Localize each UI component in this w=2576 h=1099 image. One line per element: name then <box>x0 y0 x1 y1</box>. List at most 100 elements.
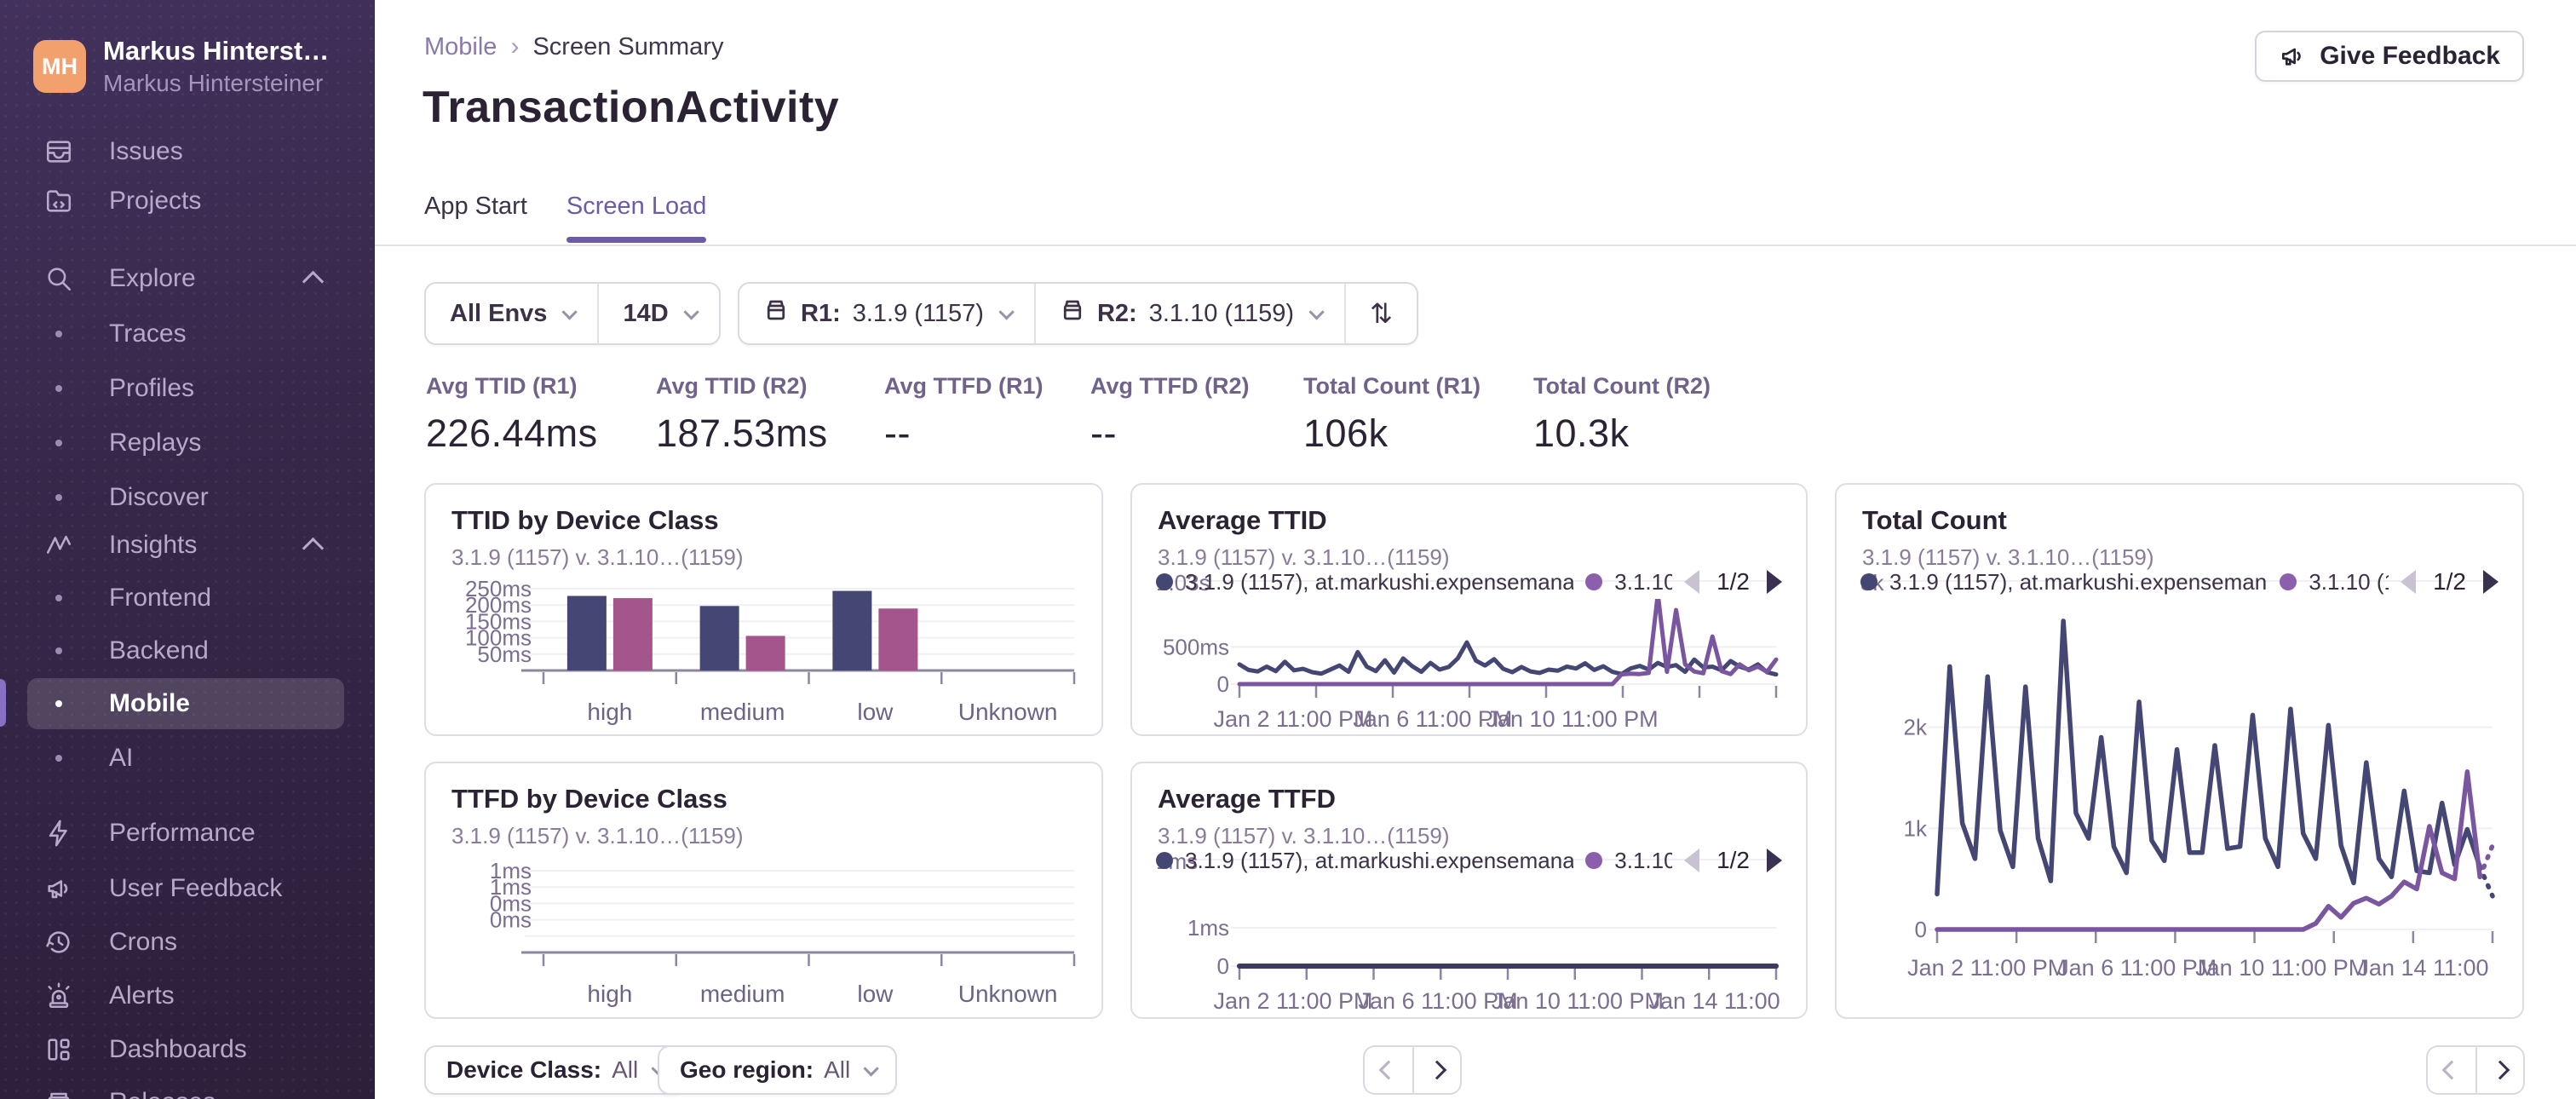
next-page-button[interactable] <box>1412 1045 1462 1095</box>
sidebar-item-profiles[interactable]: Profiles <box>27 363 344 414</box>
metric-value: 106k <box>1303 411 1389 455</box>
previous-page-icon[interactable] <box>1684 570 1700 594</box>
tables-pagination <box>1363 1045 1462 1095</box>
sidebar-item-issues[interactable]: Issues <box>27 126 344 177</box>
environment-select[interactable]: All Envs <box>426 284 597 343</box>
card-ttfd-by-device-class: TTFD by Device Class 3.1.9 (1157) v. 3.1… <box>424 762 1103 1019</box>
page-title: TransactionActivity <box>423 83 840 132</box>
bullet-icon <box>55 331 62 337</box>
svg-text:0: 0 <box>1217 671 1229 697</box>
legend-item-r1[interactable]: 3.1.9 (1157), at.markushi.expensemanage <box>1185 848 1573 874</box>
release-2-select[interactable]: R2: 3.1.10 (1159) <box>1033 284 1344 343</box>
env-date-filter-group: All Envs 14D <box>424 282 721 345</box>
next-page-button[interactable] <box>2475 1045 2525 1095</box>
legend-item-r2[interactable]: 3.1.10 (1 <box>2309 569 2389 596</box>
sidebar-item-mobile[interactable]: Mobile <box>27 678 344 729</box>
release-1-select[interactable]: R1: 3.1.9 (1157) <box>739 284 1034 343</box>
give-feedback-button[interactable]: Give Feedback <box>2255 31 2524 82</box>
user-name: Markus Hinterst… <box>103 36 330 66</box>
legend-dot-r1 <box>1860 573 1877 590</box>
chevron-left-icon <box>1378 1060 1399 1080</box>
dashboards-icon <box>44 1035 73 1064</box>
sidebar-group-explore[interactable]: Explore <box>27 253 344 304</box>
sidebar-item-alerts[interactable]: Alerts <box>27 970 344 1021</box>
metric-total-count-r2: Total Count (R2) 10.3k <box>1533 373 1711 456</box>
page-indicator: 1/2 <box>1716 568 1750 595</box>
geo-region-label: Geo region: <box>680 1056 814 1083</box>
org-user-switcher[interactable]: MH Markus Hinterst… Markus Hintersteiner <box>33 36 357 97</box>
sidebar-item-dashboards[interactable]: Dashboards <box>27 1024 344 1075</box>
next-page-icon[interactable] <box>1767 849 1782 872</box>
chevron-down-icon <box>863 1060 880 1077</box>
legend-item-r2[interactable]: 3.1.10 <box>1614 569 1672 596</box>
metric-label: Total Count (R2) <box>1533 373 1711 399</box>
previous-page-button[interactable] <box>2426 1045 2475 1095</box>
sidebar-item-replays[interactable]: Replays <box>27 417 344 469</box>
environment-value: All Envs <box>450 299 548 327</box>
svg-text:medium: medium <box>700 981 785 1007</box>
card-title: Average TTFD <box>1158 784 1337 814</box>
svg-text:Unknown: Unknown <box>958 699 1058 725</box>
bullet-icon <box>55 755 62 762</box>
bullet-icon <box>55 700 62 707</box>
svg-text:Jan 2 11:00 PM: Jan 2 11:00 PM <box>1213 706 1372 732</box>
legend-item-r1[interactable]: 3.1.9 (1157), at.markushi.expensemanage <box>1185 569 1573 596</box>
card-ttid-by-device-class: TTID by Device Class 3.1.9 (1157) v. 3.1… <box>424 483 1103 736</box>
card-subtitle: 3.1.9 (1157) v. 3.1.10…(1159) <box>451 544 744 570</box>
sidebar-item-releases[interactable]: Releases <box>27 1077 344 1099</box>
metric-avg-ttid-r1: Avg TTID (R1) 226.44ms <box>426 373 598 456</box>
sidebar-item-projects[interactable]: Projects <box>27 175 344 227</box>
sidebar-item-label: Performance <box>109 819 256 847</box>
chevron-up-icon <box>302 270 325 293</box>
sidebar-item-label: AI <box>109 744 134 772</box>
legend-dot-r2 <box>2280 573 2297 590</box>
sidebar-item-backend[interactable]: Backend <box>27 625 344 676</box>
metric-value: -- <box>884 411 911 455</box>
swap-releases-button[interactable]: ⇅ <box>1344 284 1417 343</box>
metric-avg-ttfd-r2: Avg TTFD (R2) -- <box>1090 373 1249 456</box>
card-subtitle: 3.1.9 (1157) v. 3.1.10…(1159) <box>451 823 744 849</box>
svg-text:low: low <box>857 981 894 1007</box>
sidebar-item-performance[interactable]: Performance <box>27 808 344 859</box>
geo-region-filter[interactable]: Geo region: All <box>658 1045 898 1095</box>
breadcrumb-mobile-link[interactable]: Mobile <box>424 33 497 61</box>
sidebar-item-crons[interactable]: Crons <box>27 917 344 968</box>
metric-label: Avg TTFD (R1) <box>884 373 1044 399</box>
legend-item-r2[interactable]: 3.1.10 <box>1614 848 1672 874</box>
previous-page-button[interactable] <box>1363 1045 1412 1095</box>
charts-grid: TTID by Device Class 3.1.9 (1157) v. 3.1… <box>424 483 2528 1028</box>
svg-text:high: high <box>587 981 632 1007</box>
legend-pager: 1/2 <box>1684 847 1782 874</box>
svg-text:0: 0 <box>1915 917 1927 942</box>
clock-history-icon <box>44 928 73 957</box>
sidebar-item-label: Profiles <box>109 374 195 402</box>
sidebar-item-traces[interactable]: Traces <box>27 308 344 360</box>
device-class-filter[interactable]: Device Class: All <box>424 1045 686 1095</box>
next-page-icon[interactable] <box>2483 570 2498 594</box>
sidebar-item-user-feedback[interactable]: User Feedback <box>27 863 344 914</box>
avatar: MH <box>33 40 86 93</box>
issues-icon <box>44 137 73 166</box>
sidebar-group-label: Insights <box>109 531 198 559</box>
page-pagination <box>2426 1045 2525 1095</box>
tab-screen-load[interactable]: Screen Load <box>566 193 707 243</box>
sidebar-item-frontend[interactable]: Frontend <box>27 573 344 624</box>
sidebar-item-label: Backend <box>109 636 209 665</box>
sidebar-item-discover[interactable]: Discover <box>27 472 344 523</box>
previous-page-icon[interactable] <box>1684 849 1700 872</box>
previous-page-icon[interactable] <box>2401 570 2417 594</box>
next-page-icon[interactable] <box>1767 570 1782 594</box>
tab-app-start[interactable]: App Start <box>424 193 527 243</box>
metric-total-count-r1: Total Count (R1) 106k <box>1303 373 1481 456</box>
sidebar-group-insights[interactable]: Insights <box>27 520 344 571</box>
sidebar-item-ai[interactable]: AI <box>27 733 344 784</box>
legend-item-r1[interactable]: 3.1.9 (1157), at.markushi.expensemanage <box>1889 569 2268 596</box>
svg-text:500ms: 500ms <box>1163 634 1229 659</box>
lightning-icon <box>44 819 73 848</box>
date-range-select[interactable]: 14D <box>597 284 718 343</box>
main-content: Mobile › Screen Summary Give Feedback Tr… <box>375 0 2576 1099</box>
release-1-value: 3.1.9 (1157) <box>852 299 984 327</box>
ttid-device-class-bar-chart: 250ms200ms150ms100ms50mshigh medium low Unk… <box>465 576 1076 725</box>
average-ttid-line-chart: 500ms0Jan 2 11:00 PMJan 6 11:00 PMJan 10… <box>1163 599 1779 732</box>
svg-text:2k: 2k <box>1904 715 1928 740</box>
